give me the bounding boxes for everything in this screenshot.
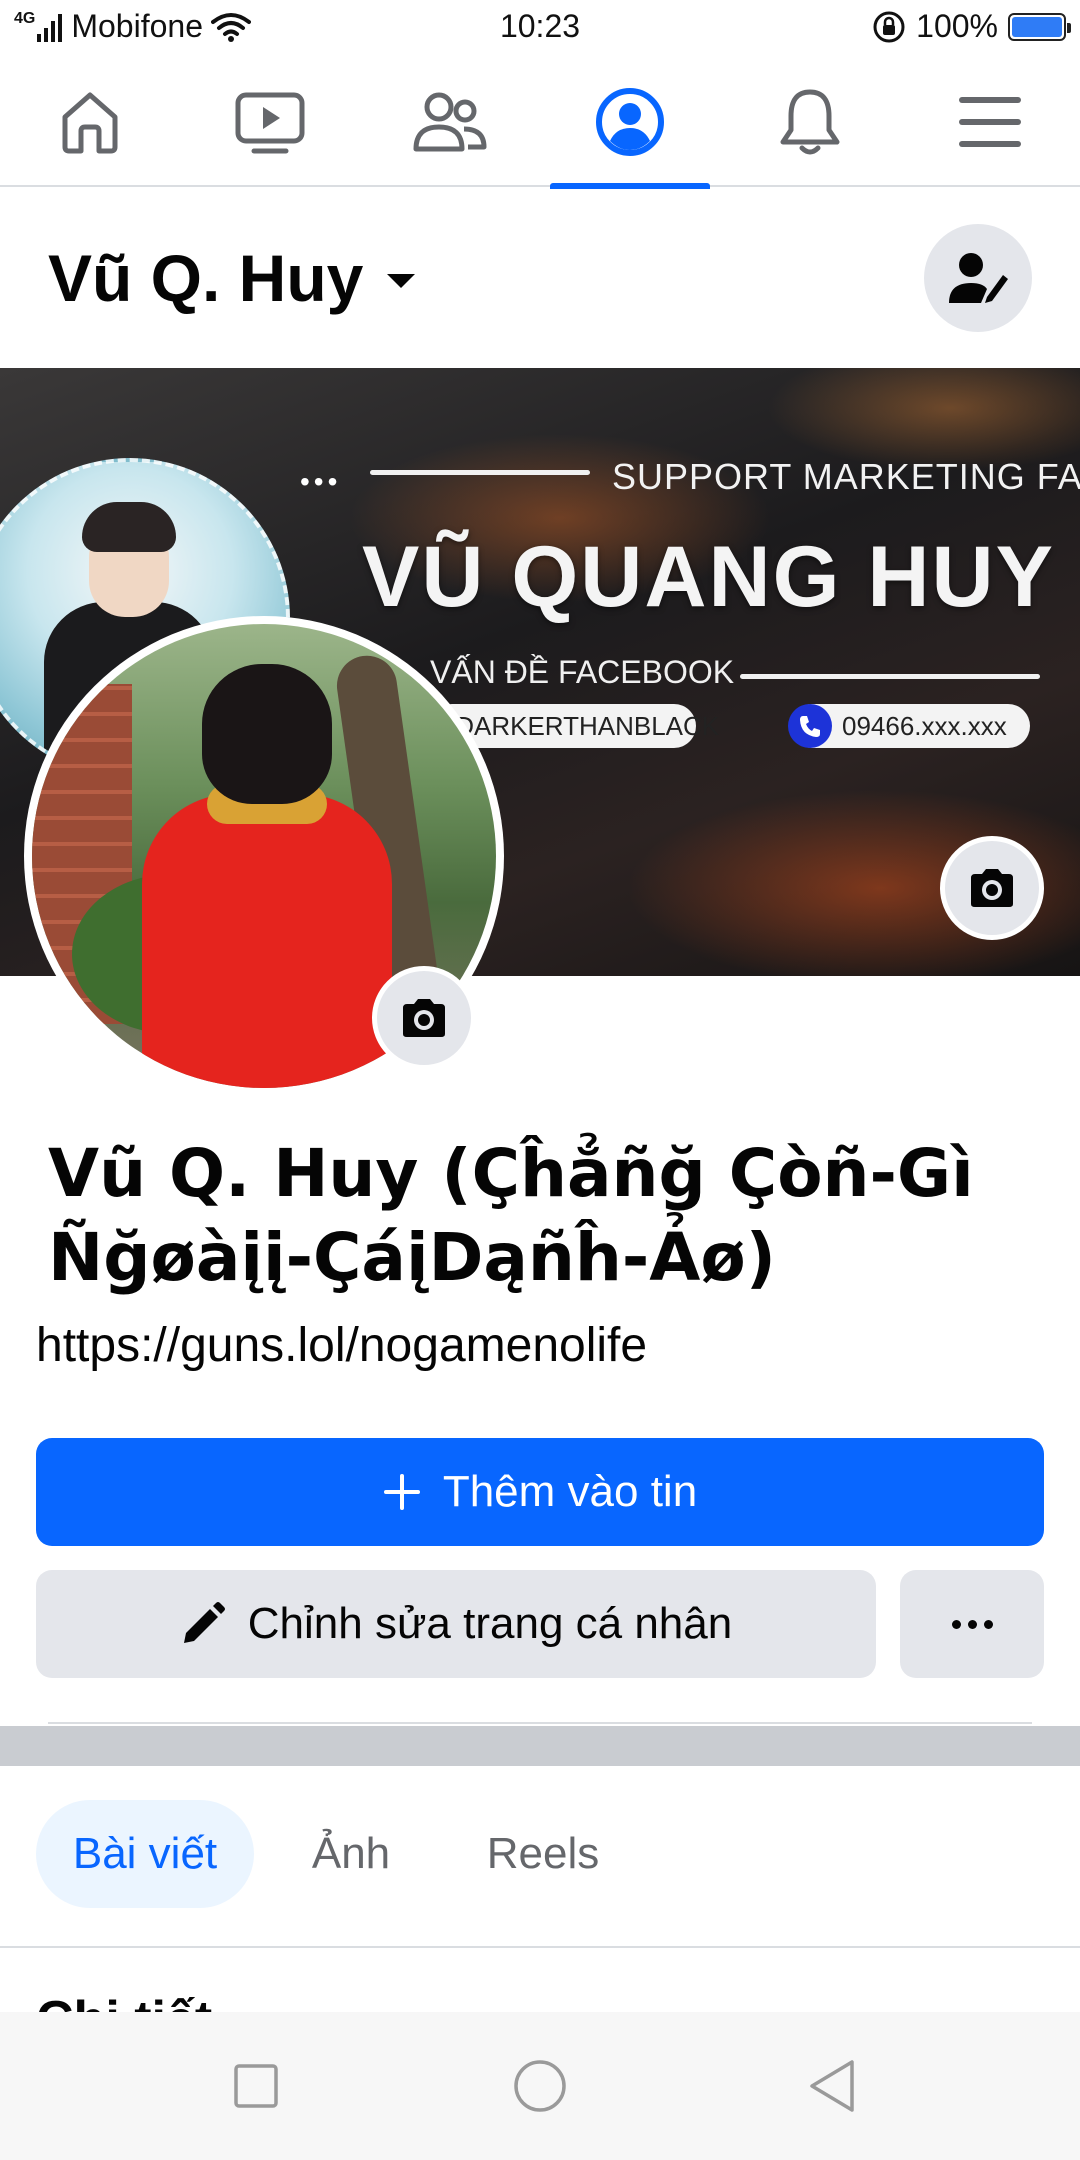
status-bar: 4G Mobifone 10:23 100% [0,0,1080,56]
nav-home[interactable] [10,56,170,187]
profile-camera-button[interactable] [372,966,476,1070]
plus-icon [383,1474,420,1510]
nav-notifications[interactable] [730,56,890,187]
add-to-story-button[interactable]: Thêm vào tin [36,1438,1044,1546]
tab-photos-label: Ảnh [311,1829,391,1878]
cover-handle: /DARKERTHANBLACK [448,710,720,741]
tab-posts-label: Bài viết [72,1829,218,1878]
cover-phone: 09466.xxx.xxx [842,710,1007,741]
tab-reels-label: Reels [486,1829,600,1878]
edit-user-button[interactable] [924,224,1032,332]
tab-posts[interactable]: Bài viết [36,1800,254,1908]
triangle-back-icon [810,2060,854,2112]
pencil-icon [183,1602,225,1643]
profile-icon [596,87,664,156]
battery-fill [1012,16,1062,37]
battery-percent: 100% [916,8,998,44]
camera-icon [971,869,1013,907]
nav-friends[interactable] [370,56,530,187]
battery-icon [1008,12,1071,41]
rotation-lock-icon [873,11,905,42]
top-navigation [0,56,1080,189]
profile-header: Vũ Q. Huy [0,188,1080,368]
edit-profile-button[interactable]: Chỉnh sửa trang cá nhân [36,1570,876,1678]
camera-icon [403,999,445,1037]
home-icon [62,92,118,153]
cover-phone-pill: 09466.xxx.xxx [788,704,1030,748]
profile-display-name: Vũ Q. Huy (Çĥẳñğ Çòñ-Gì Ñğøàįį-ÇáįDąñĥ-Ả… [48,1135,974,1296]
chevron-down-icon [387,274,416,288]
cover-decor-dots: ••• [300,466,342,497]
tab-photos[interactable]: Ảnh [286,1800,416,1908]
cover-camera-button[interactable] [940,836,1044,940]
square-icon [234,2064,278,2108]
circle-icon [514,2060,566,2112]
more-options-button[interactable] [900,1570,1044,1678]
system-navigation-bar [0,2012,1080,2160]
edit-profile-label: Chỉnh sửa trang cá nhân [247,1599,733,1648]
status-right: 100% [872,8,1071,45]
header-name-text: Vũ Q. Huy [48,241,364,315]
more-icon [951,1619,993,1629]
recents-button[interactable] [224,2054,288,2118]
section-separator [0,1726,1080,1766]
friends-icon [413,92,487,151]
video-icon [235,92,305,153]
nav-menu[interactable] [910,56,1070,187]
cover-decor-line [370,470,590,475]
user-edit-icon [949,253,1008,303]
bell-icon [780,89,840,154]
cover-support-text: SUPPORT MARKETING FACE [612,456,1080,497]
cover-title: VŨ QUANG HUY [362,529,1055,625]
phone-icon [788,704,832,748]
tabs-divider [0,1946,1080,1948]
add-to-story-label: Thêm vào tin [442,1467,698,1516]
tab-reels[interactable]: Reels [460,1800,626,1908]
divider [48,1722,1032,1724]
home-button[interactable] [508,2054,572,2118]
nav-video[interactable] [190,56,350,187]
nav-profile[interactable] [550,56,710,189]
cover-decor-line-2 [740,674,1040,679]
profile-bio-link[interactable]: https://guns.lol/nogamenolife [36,1318,647,1373]
back-button[interactable] [800,2054,864,2118]
menu-icon [959,96,1021,147]
cover-subtitle: VẤN ĐỀ FACEBOOK [430,654,735,690]
account-switcher[interactable]: Vũ Q. Huy [48,240,416,316]
